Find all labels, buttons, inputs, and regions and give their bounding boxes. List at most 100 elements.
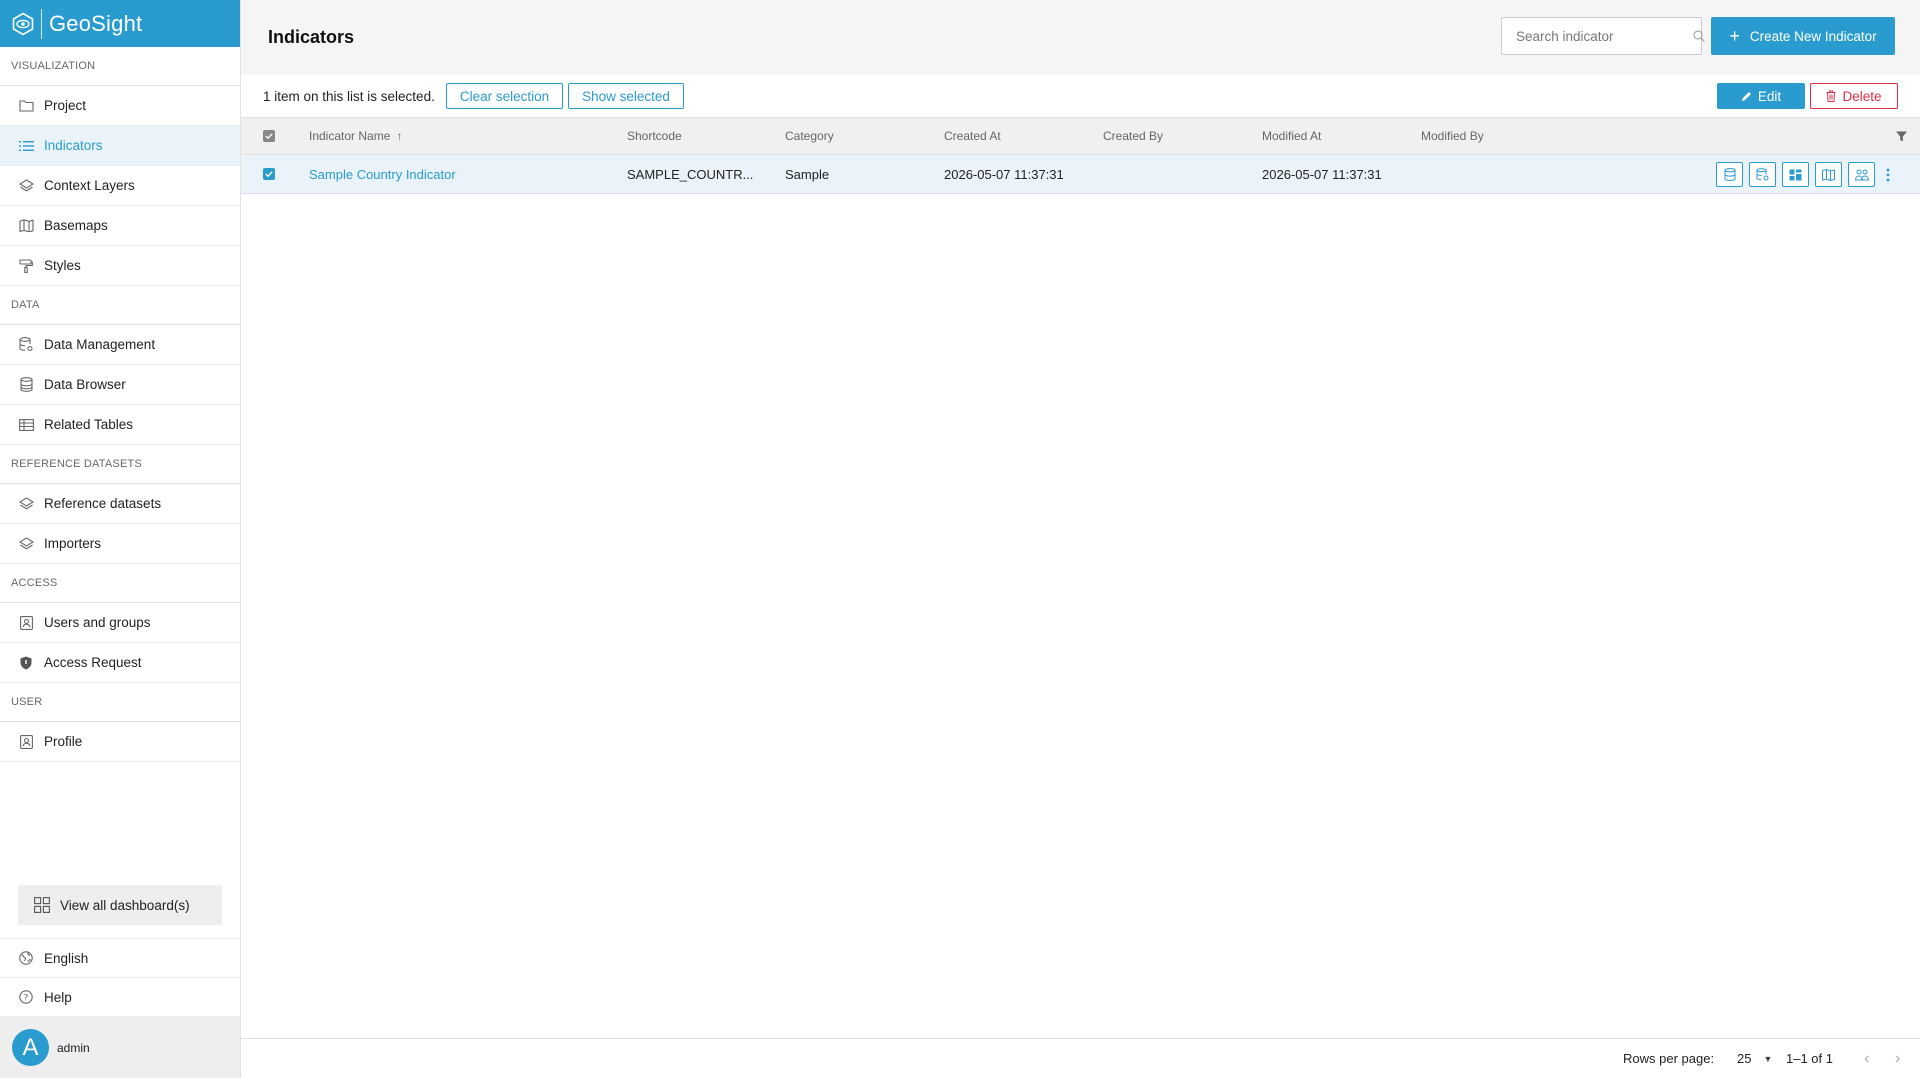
sidebar-item-users-and-groups[interactable]: Users and groups <box>0 603 240 643</box>
selection-status: 1 item on this list is selected. <box>263 88 435 104</box>
table-header: Indicator Name ↑ Shortcode Category Crea… <box>241 117 1920 155</box>
sidebar-item-related-tables[interactable]: Related Tables <box>0 405 240 445</box>
main-content: Indicators + Create New Indicator 1 item… <box>241 0 1920 1078</box>
column-header-category[interactable]: Category <box>785 118 834 154</box>
sidebar-item-project[interactable]: Project <box>0 86 240 126</box>
section-title-access: ACCESS <box>0 564 240 603</box>
search-box[interactable] <box>1501 17 1705 55</box>
table-row[interactable]: Sample Country Indicator SAMPLE_COUNTR..… <box>241 155 1920 194</box>
language-selector[interactable]: English <box>0 938 240 977</box>
select-all-checkbox[interactable] <box>263 130 275 142</box>
created-at-cell: 2026-05-07 11:37:31 <box>944 166 1064 182</box>
sidebar-item-label: Styles <box>44 258 81 273</box>
database-icon <box>1724 168 1735 181</box>
sort-ascending-icon[interactable]: ↑ <box>396 129 402 143</box>
paint-roller-icon <box>18 258 34 274</box>
shortcode-cell: SAMPLE_COUNTR... <box>627 166 754 182</box>
brand-header[interactable]: GeoSight <box>0 0 240 47</box>
section-title-data: DATA <box>0 286 240 325</box>
sidebar-item-label: Related Tables <box>44 417 134 432</box>
help-link[interactable]: ? Help <box>0 977 240 1016</box>
row-action-dashboard-button[interactable] <box>1782 162 1809 187</box>
sidebar-item-importers[interactable]: Importers <box>0 524 240 564</box>
table-pagination: Rows per page: 25 ▼ 1–1 of 1 ‹ › <box>241 1038 1920 1078</box>
brand-name: GeoSight <box>49 10 143 36</box>
sidebar-item-profile[interactable]: Profile <box>0 722 240 762</box>
sidebar-item-data-browser[interactable]: Data Browser <box>0 365 240 405</box>
clear-selection-button[interactable]: Clear selection <box>445 83 564 109</box>
row-checkbox[interactable] <box>263 168 275 180</box>
search-input[interactable] <box>1516 28 1693 44</box>
database-icon <box>18 377 34 393</box>
delete-button[interactable]: Delete <box>1810 83 1898 109</box>
category-cell: Sample <box>785 166 830 182</box>
sidebar-item-reference-datasets[interactable]: Reference datasets <box>0 484 240 524</box>
row-action-map-button[interactable] <box>1815 162 1842 187</box>
brand-divider <box>41 8 42 39</box>
delete-label: Delete <box>1842 88 1882 104</box>
row-action-database-settings-button[interactable] <box>1749 162 1776 187</box>
help-label: Help <box>44 989 72 1005</box>
selection-toolbar: 1 item on this list is selected. Clear s… <box>241 75 1920 117</box>
create-new-indicator-label: Create New Indicator <box>1749 28 1877 44</box>
layers-icon <box>18 536 34 552</box>
sidebar-item-label: Users and groups <box>44 615 151 630</box>
previous-page-icon[interactable]: ‹ <box>1864 1050 1869 1068</box>
geosight-logo-icon <box>10 11 36 37</box>
language-label: English <box>44 950 89 966</box>
sidebar-item-label: Indicators <box>44 138 103 153</box>
create-new-indicator-button[interactable]: + Create New Indicator <box>1711 17 1895 55</box>
sidebar-item-basemaps[interactable]: Basemaps <box>0 206 240 246</box>
edit-label: Edit <box>1757 88 1782 104</box>
show-selected-button[interactable]: Show selected <box>568 83 684 109</box>
sidebar-item-styles[interactable]: Styles <box>0 246 240 286</box>
next-page-icon[interactable]: › <box>1895 1050 1900 1068</box>
sidebar-item-label: Context Layers <box>44 178 135 193</box>
sidebar-item-indicators[interactable]: Indicators <box>0 126 240 166</box>
column-header-label: Indicator Name <box>309 129 391 143</box>
sidebar-item-label: Reference datasets <box>44 496 162 511</box>
select-all-checkbox-cell[interactable] <box>263 118 275 154</box>
trash-icon <box>1826 90 1836 102</box>
column-header-created-at[interactable]: Created At <box>944 118 1001 154</box>
column-header-modified-by[interactable]: Modified By <box>1421 118 1484 154</box>
row-checkbox-cell[interactable] <box>263 155 275 193</box>
pagination-range: 1–1 of 1 <box>1786 1051 1833 1066</box>
user-menu[interactable]: A admin <box>0 1016 240 1078</box>
sidebar-item-label: Data Management <box>44 337 156 352</box>
row-action-database-button[interactable] <box>1716 162 1743 187</box>
column-header-modified-at[interactable]: Modified At <box>1262 118 1321 154</box>
sidebar-item-data-management[interactable]: Data Management <box>0 325 240 365</box>
view-all-dashboards-button[interactable]: View all dashboard(s) <box>18 885 222 925</box>
column-header-indicator-name[interactable]: Indicator Name ↑ <box>309 118 402 154</box>
column-header-shortcode[interactable]: Shortcode <box>627 118 682 154</box>
sidebar-item-label: Access Request <box>44 655 142 670</box>
rows-per-page-select[interactable]: 25 ▼ <box>1737 1051 1772 1066</box>
edit-button[interactable]: Edit <box>1717 83 1805 109</box>
shield-icon <box>18 655 34 671</box>
avatar[interactable]: A <box>12 1029 49 1066</box>
sidebar-item-access-request[interactable]: Access Request <box>0 643 240 683</box>
list-icon <box>18 138 34 154</box>
sidebar-item-label: Importers <box>44 536 102 551</box>
column-header-created-by[interactable]: Created By <box>1103 118 1163 154</box>
sidebar-item-label: Basemaps <box>44 218 108 233</box>
app-root: GeoSight VISUALIZATION Project Indicator… <box>0 0 1920 1078</box>
caret-down-icon: ▼ <box>1763 1053 1773 1064</box>
user-name: admin <box>57 1040 90 1055</box>
filter-icon[interactable] <box>1896 118 1907 154</box>
grid-icon <box>34 897 50 913</box>
sidebar: GeoSight VISUALIZATION Project Indicator… <box>0 0 241 1078</box>
indicator-name-link[interactable]: Sample Country Indicator <box>309 155 456 193</box>
sidebar-item-label: Project <box>44 98 87 113</box>
page-title: Indicators <box>268 27 355 47</box>
search-icon[interactable] <box>1693 30 1705 42</box>
svg-text:?: ? <box>24 993 29 1003</box>
globe-icon <box>18 950 34 966</box>
user-card-icon <box>18 615 34 631</box>
sidebar-item-context-layers[interactable]: Context Layers <box>0 166 240 206</box>
more-options-icon[interactable] <box>1886 168 1890 182</box>
rows-per-page-value: 25 <box>1737 1051 1752 1066</box>
row-action-share-button[interactable] <box>1848 162 1875 187</box>
sidebar-item-label: Profile <box>44 734 83 749</box>
